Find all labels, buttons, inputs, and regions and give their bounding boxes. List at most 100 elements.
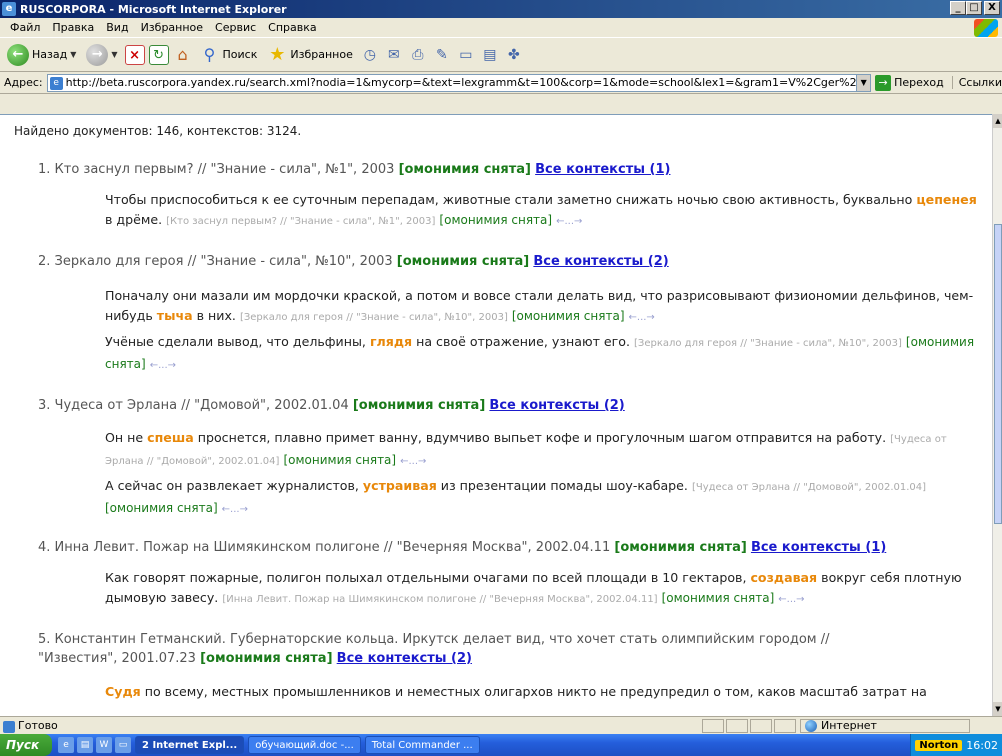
context-source[interactable]: [Зеркало для героя // "Знание - сила", №…	[240, 312, 508, 323]
expand-context-link[interactable]: ←...→	[150, 360, 176, 371]
expand-context-link[interactable]: ←...→	[222, 504, 248, 515]
desktop-quicklaunch-icon[interactable]: ▭	[115, 737, 131, 753]
menu-file[interactable]: Файл	[4, 21, 46, 34]
edit-icon[interactable]: ✎	[432, 45, 452, 65]
back-arrow-icon: ←	[7, 43, 29, 66]
all-contexts-link[interactable]: Все контексты (2)	[533, 254, 668, 269]
scroll-down-icon[interactable]: ▼	[993, 702, 1002, 716]
favorites-button[interactable]: ★ Избранное	[264, 42, 355, 68]
status-bar: Готово Интернет	[0, 716, 1002, 734]
omonimiya-badge: [омонимия снята]	[614, 540, 747, 555]
context-source[interactable]: [Чудеса от Эрлана // "Домовой", 2002.01.…	[692, 482, 926, 493]
address-dropdown-icon[interactable]: ▼	[857, 73, 872, 92]
context-text: на своё отражение, узнают его.	[412, 334, 630, 349]
folder-icon[interactable]: ▭	[456, 45, 476, 65]
research-icon[interactable]: ▤	[480, 45, 500, 65]
system-tray: Norton 16:02	[910, 734, 1002, 756]
all-contexts-link[interactable]: Все контексты (2)	[489, 398, 624, 413]
omonimiya-badge: [омонимия снята]	[200, 651, 333, 666]
expand-context-link[interactable]: ←...→	[778, 594, 804, 605]
taskbar-item-word[interactable]: обучающий.doc -...	[248, 736, 361, 754]
word-quicklaunch-icon[interactable]: W	[96, 737, 112, 753]
context-text: А сейчас он развлекает журналистов,	[105, 478, 363, 493]
omonimiya-label: [омонимия снята]	[439, 213, 553, 227]
menu-view[interactable]: Вид	[100, 21, 134, 34]
status-text: Готово	[0, 719, 700, 733]
context-source[interactable]: [Кто заснул первым? // "Знание - сила", …	[166, 216, 435, 227]
mail-icon[interactable]: ✉	[384, 45, 404, 65]
maximize-button[interactable]: □	[966, 1, 982, 15]
result-item: 1. Кто заснул первым? // "Знание - сила"…	[38, 160, 978, 179]
history-icon[interactable]: ◷	[360, 45, 380, 65]
omonimiya-badge: [омонимия снята]	[396, 254, 530, 269]
vertical-scrollbar[interactable]: ▲ ▼	[992, 114, 1002, 716]
expand-context-link[interactable]: ←...→	[629, 312, 655, 323]
all-contexts-link[interactable]: Все контексты (2)	[337, 651, 472, 666]
links-button[interactable]: Ссылки	[951, 76, 1002, 89]
all-contexts-link[interactable]: Все контексты (1)	[751, 540, 886, 555]
forward-arrow-icon: →	[86, 43, 109, 66]
menu-help[interactable]: Справка	[262, 21, 322, 34]
address-input[interactable]: e http://beta.ruscorpora.yandex.ru/searc…	[46, 73, 858, 92]
context-text: в них.	[192, 308, 236, 323]
search-label: Поиск	[222, 48, 258, 61]
taskbar: Пуск e ▤ W ▭ 2 Internet Expl... обучающи…	[0, 734, 1002, 756]
scroll-thumb[interactable]	[994, 224, 1002, 524]
menu-edit[interactable]: Правка	[46, 21, 100, 34]
clock: 16:02	[966, 738, 998, 752]
highlight-word: глядя	[369, 334, 413, 349]
title-bar: e RUSCORPORA - Microsoft Internet Explor…	[0, 0, 1002, 18]
context-text: Чтобы приспособиться к ее суточным переп…	[105, 192, 917, 207]
close-button[interactable]: X	[984, 1, 1000, 15]
stop-icon[interactable]: ×	[124, 44, 145, 65]
taskbar-item-total-commander[interactable]: Total Commander ...	[364, 736, 480, 754]
context-snippet: А сейчас он развлекает журналистов, устр…	[105, 476, 980, 520]
window-title: RUSCORPORA - Microsoft Internet Explorer	[20, 2, 287, 16]
star-icon: ★	[269, 43, 286, 65]
highlight-word: Судя	[105, 684, 141, 699]
forward-button[interactable]: → ▼	[83, 42, 120, 68]
refresh-icon[interactable]: ↻	[148, 44, 169, 65]
menu-tools[interactable]: Сервис	[209, 21, 262, 34]
result-title: 5. Константин Гетманский. Губернаторские…	[38, 632, 830, 647]
status-cell	[726, 718, 748, 733]
go-label: Переход	[894, 76, 944, 89]
expand-context-link[interactable]: ←...→	[556, 216, 582, 227]
highlight-word: тыча	[156, 308, 193, 323]
taskbar-item-ie[interactable]: 2 Internet Expl...	[135, 736, 245, 754]
context-snippet: Судя по всему, местных промышленников и …	[105, 682, 980, 702]
norton-icon[interactable]: Norton	[915, 739, 963, 751]
result-title: 2. Зеркало для героя // "Знание - сила",…	[38, 254, 393, 269]
context-snippet: Он не спеша проснется, плавно примет ван…	[105, 428, 980, 472]
address-url: http://beta.ruscorpora.yandex.ru/search.…	[65, 76, 858, 89]
back-button[interactable]: ← Назад ▼	[4, 42, 79, 68]
context-snippet: Как говорят пожарные, полигон полыхал от…	[105, 568, 980, 610]
menu-favorites[interactable]: Избранное	[135, 21, 209, 34]
context-text: Он не	[105, 430, 148, 445]
results-count: Найдено документов: 146, контекстов: 312…	[14, 124, 302, 138]
scroll-up-icon[interactable]: ▲	[993, 114, 1002, 128]
minimize-button[interactable]: _	[950, 1, 966, 15]
result-header: 5. Константин Гетманский. Губернаторские…	[38, 630, 978, 668]
context-source[interactable]: [Инна Левит. Пожар на Шимякинском полиго…	[222, 594, 657, 605]
explorer-quicklaunch-icon[interactable]: ▤	[77, 737, 93, 753]
messenger-icon[interactable]: ✤	[504, 45, 524, 65]
start-button[interactable]: Пуск	[0, 734, 52, 756]
context-snippet: Чтобы приспособиться к ее суточным переп…	[105, 190, 980, 232]
globe-icon	[805, 719, 817, 732]
result-title: 3. Чудеса от Эрлана // "Домовой", 2002.0…	[38, 398, 349, 413]
ie-quicklaunch-icon[interactable]: e	[58, 737, 74, 753]
print-icon[interactable]: ⎙	[408, 45, 428, 65]
context-source[interactable]: [Зеркало для героя // "Знание - сила", №…	[634, 338, 902, 349]
address-bar: Адрес: e http://beta.ruscorpora.yandex.r…	[0, 72, 1002, 94]
go-arrow-icon: →	[875, 74, 892, 91]
home-icon[interactable]: ⌂	[173, 45, 193, 65]
go-button[interactable]: → Переход	[875, 74, 944, 91]
highlight-word: создавая	[750, 570, 818, 585]
all-contexts-link[interactable]: Все контексты (1)	[535, 162, 670, 177]
expand-context-link[interactable]: ←...→	[400, 456, 426, 467]
result-title: 4. Инна Левит. Пожар на Шимякинском поли…	[38, 540, 611, 555]
search-button[interactable]: ⚲ Поиск	[197, 42, 261, 68]
context-snippet: Учёные сделали вывод, что дельфины, гляд…	[105, 332, 980, 376]
omonimiya-label: [омонимия снята]	[511, 309, 625, 323]
